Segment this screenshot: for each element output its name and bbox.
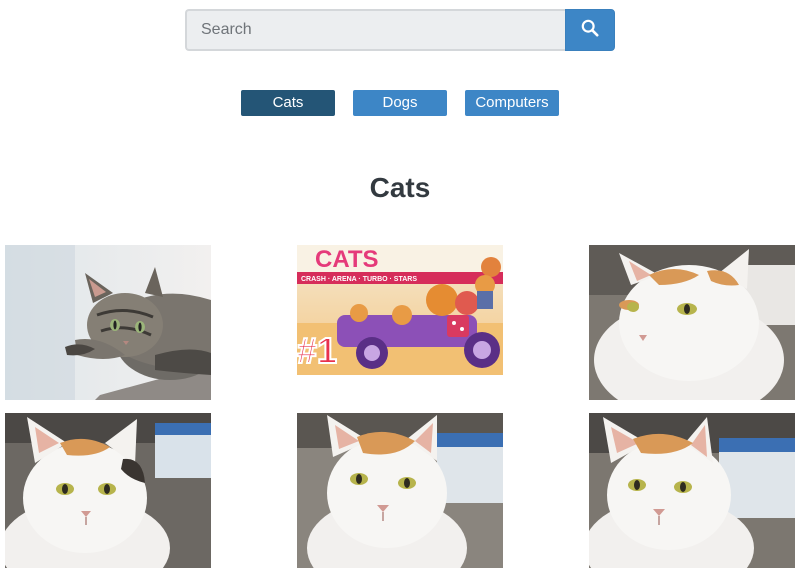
image-game-cover[interactable]: CATS CRASH · ARENA · TURBO · STARS #1 bbox=[297, 245, 503, 375]
search-bar bbox=[185, 9, 615, 51]
image-white-cat-3[interactable] bbox=[297, 413, 503, 568]
image-tabby-cat[interactable] bbox=[5, 245, 211, 400]
tab-computers[interactable]: Computers bbox=[465, 90, 559, 116]
search-input[interactable] bbox=[185, 9, 565, 51]
category-tabs: Cats Dogs Computers bbox=[0, 90, 800, 116]
image-white-cat-4[interactable] bbox=[589, 413, 795, 568]
image-white-cat-2[interactable] bbox=[5, 413, 211, 568]
image-white-cat-1[interactable] bbox=[589, 245, 795, 400]
tab-cats[interactable]: Cats bbox=[241, 90, 335, 116]
search-icon bbox=[581, 19, 599, 42]
page-title: Cats bbox=[369, 172, 431, 203]
tab-dogs[interactable]: Dogs bbox=[353, 90, 447, 116]
search-button[interactable] bbox=[565, 9, 615, 51]
game-cover-number: #1 bbox=[297, 330, 337, 371]
game-cover-subtitle: CRASH · ARENA · TURBO · STARS bbox=[301, 276, 417, 283]
game-cover-title: CATS bbox=[315, 246, 379, 273]
